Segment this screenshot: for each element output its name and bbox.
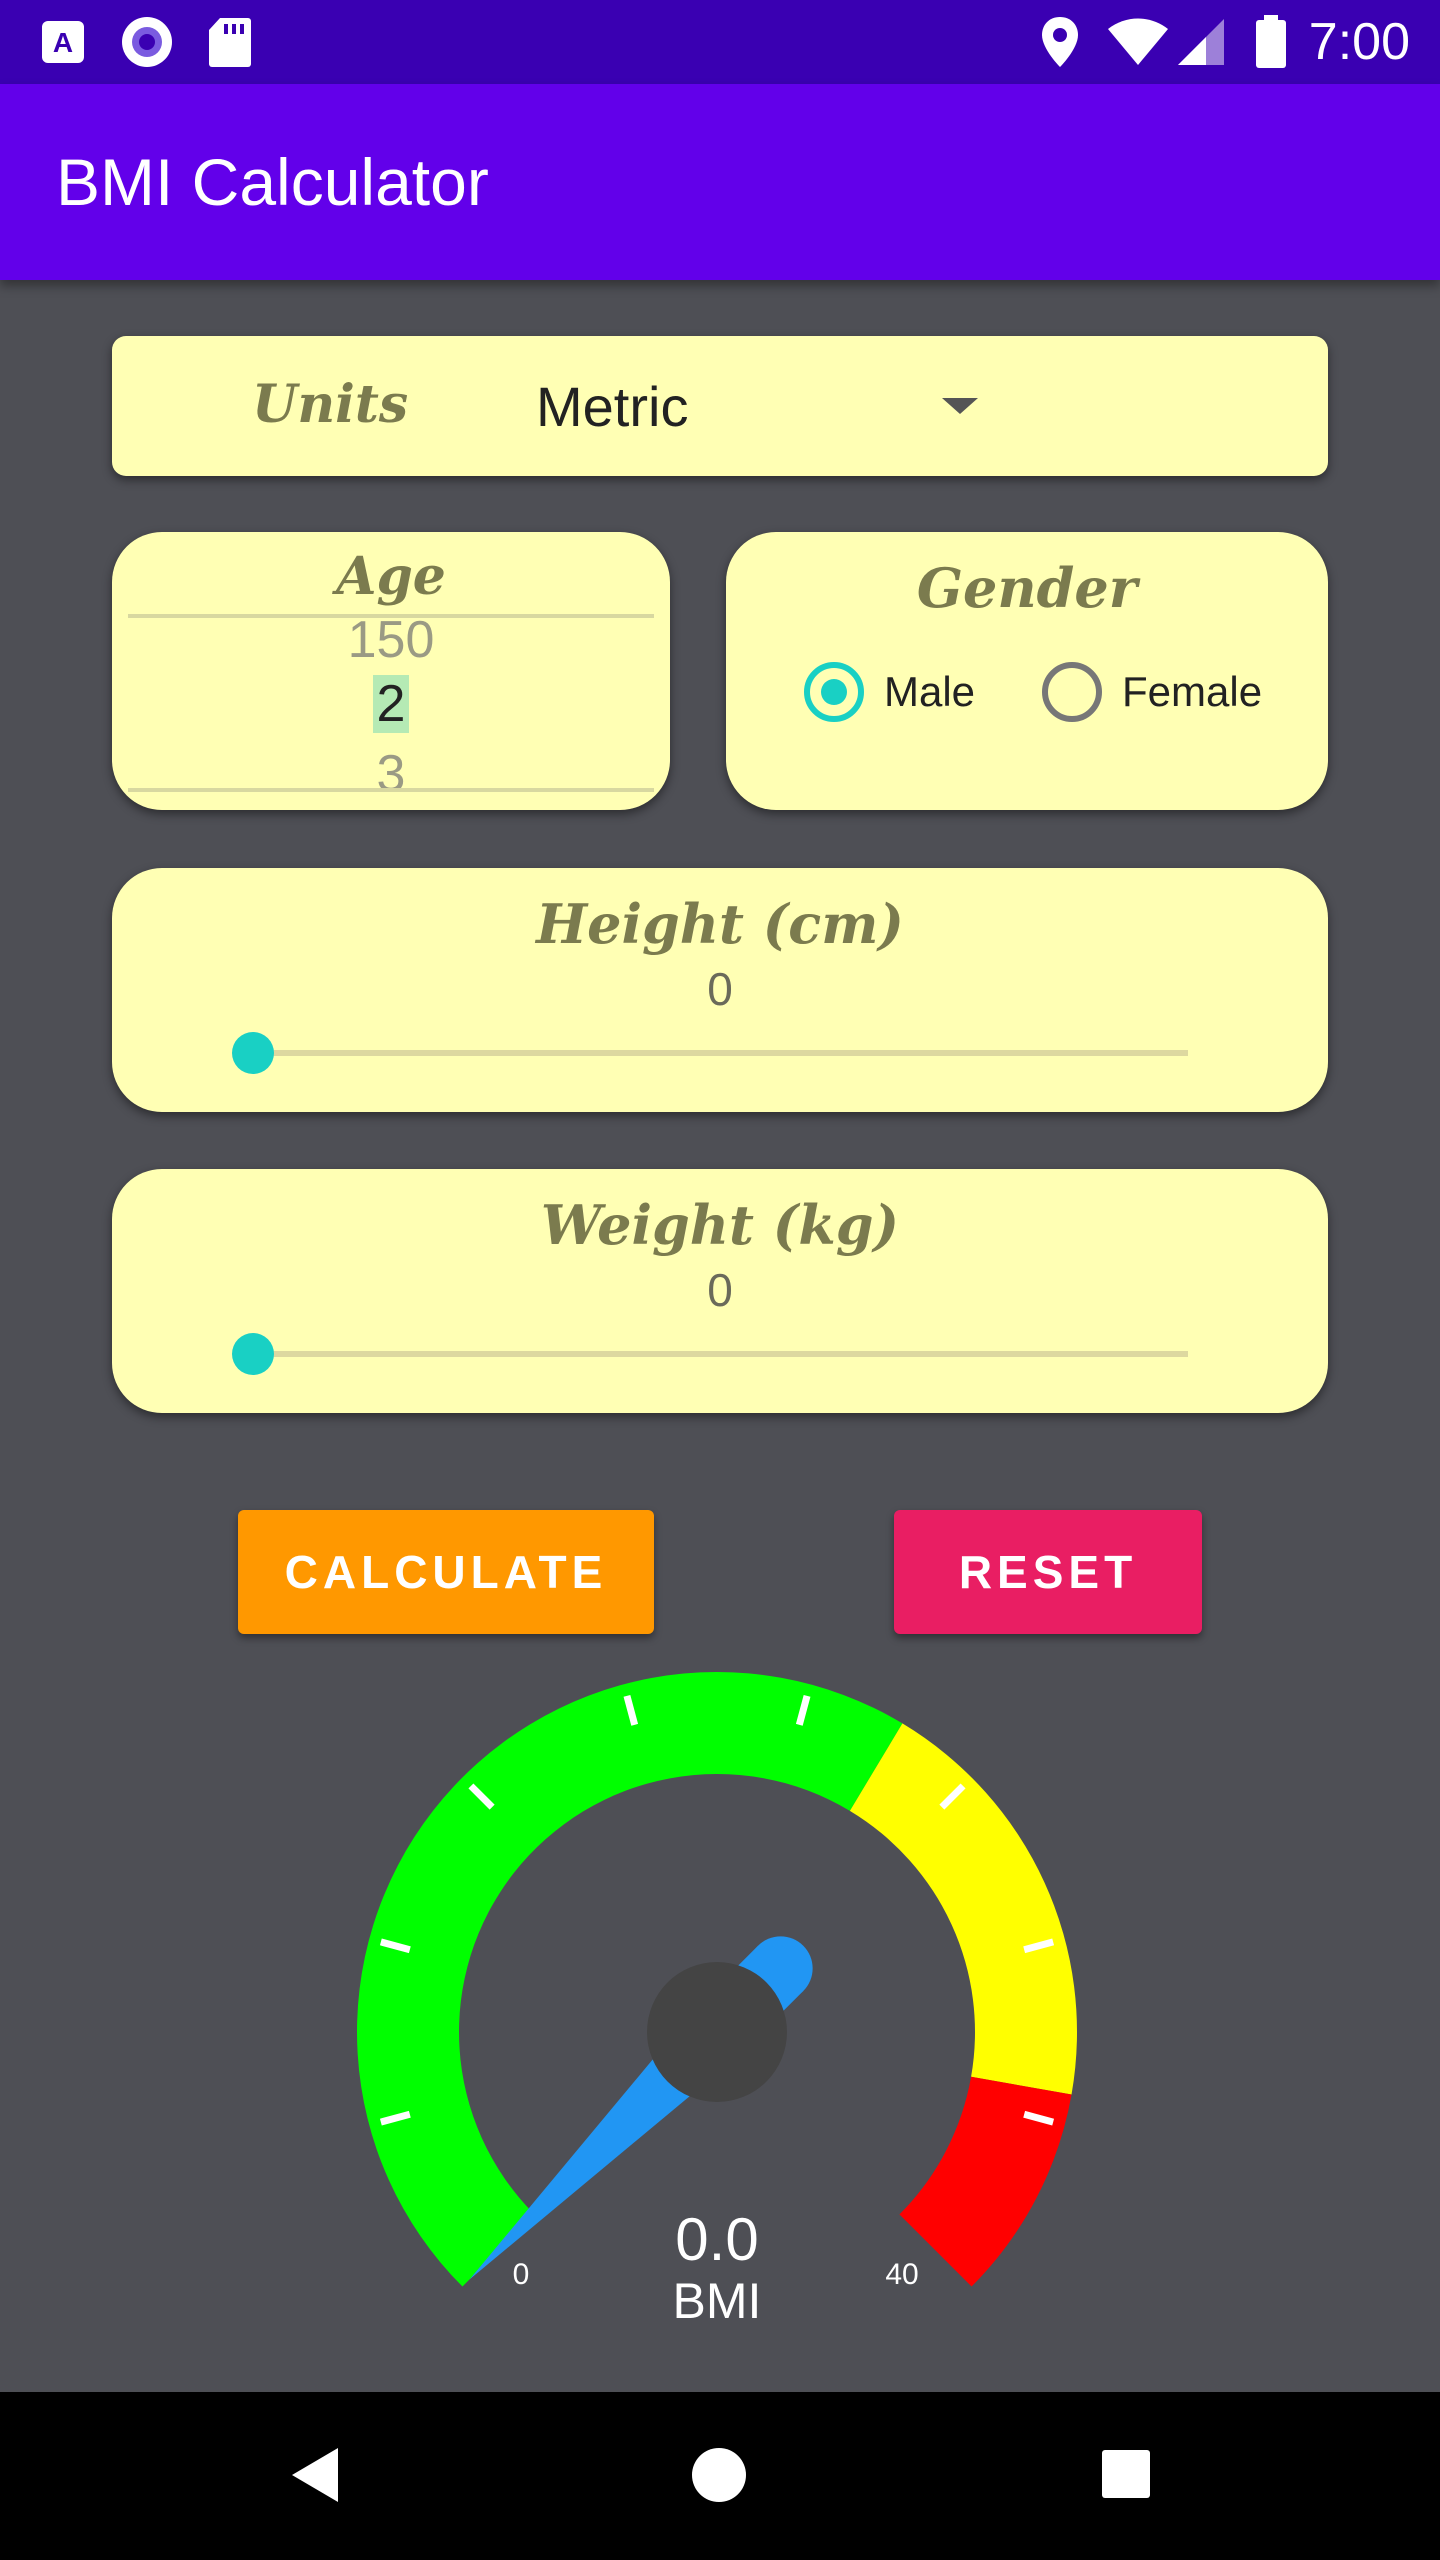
home-icon[interactable] — [690, 2446, 748, 2504]
gauge-arc-normal — [357, 1672, 903, 2287]
nav-bar — [0, 2392, 1440, 2560]
gauge-arc-warning — [849, 1723, 1077, 2095]
bmi-gauge: 0 40 0.0 BMI — [357, 1672, 1077, 2329]
gauge-hub — [647, 1962, 787, 2102]
back-icon[interactable] — [288, 2444, 342, 2506]
gauge-min-label: 0 — [513, 2258, 530, 2291]
gauge-max-label: 40 — [885, 2258, 918, 2291]
gauge-arc-danger — [899, 2076, 1072, 2287]
gauge-unit: BMI — [673, 2273, 762, 2329]
gauge-value: 0.0 — [675, 2206, 758, 2273]
recents-icon[interactable] — [1100, 2448, 1152, 2500]
